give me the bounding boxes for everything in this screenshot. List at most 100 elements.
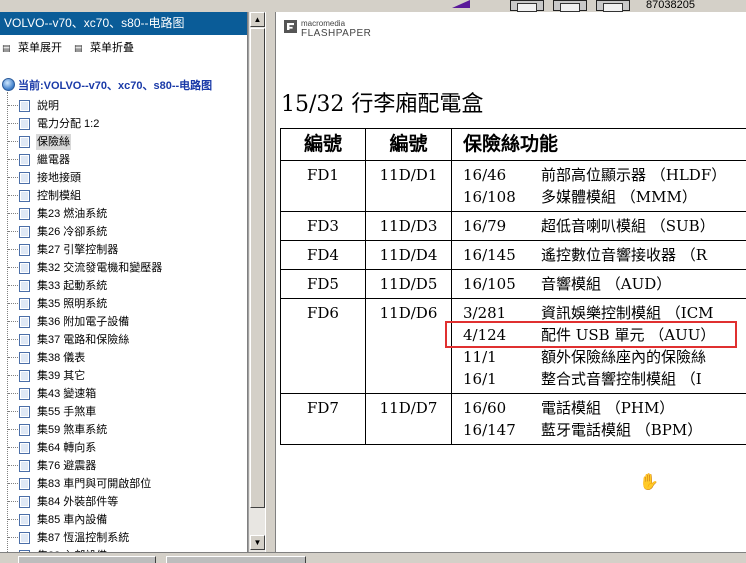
- page-icon: [19, 442, 30, 454]
- tree-item[interactable]: 控制模組: [0, 187, 247, 205]
- scroll-down-button[interactable]: ▼: [250, 535, 265, 550]
- tree-item[interactable]: 集64 轉向系: [0, 439, 247, 457]
- tree-connector: [8, 285, 18, 286]
- taskbar-tab[interactable]: [18, 556, 156, 563]
- tree-item-label: 控制模組: [37, 190, 81, 202]
- fuse-number: FD4: [280, 240, 366, 270]
- pane-splitter[interactable]: [265, 12, 276, 552]
- tree-item-label: 繼電器: [37, 154, 70, 166]
- tree-item[interactable]: 集43 變速箱: [0, 385, 247, 403]
- tree-connector: [8, 123, 18, 124]
- collapse-all-link[interactable]: ▤ 菜单折叠: [74, 40, 134, 56]
- fuse-number: FD7: [280, 393, 366, 445]
- tree-item[interactable]: 集32 交流發電機和變壓器: [0, 259, 247, 277]
- relay-number: 11D/D1: [365, 160, 452, 212]
- page-icon: [19, 298, 30, 310]
- fuse-function: 16/79 超低音喇叭模組 （SUB）: [452, 215, 746, 237]
- window-button-1[interactable]: [510, 0, 544, 12]
- tree-item-label: 集84 外裝部件等: [37, 496, 119, 508]
- top-toolbar: 87038205: [0, 0, 746, 12]
- tree-item-label: 集59 煞車系統: [37, 424, 108, 436]
- tree-item[interactable]: 集55 手煞車: [0, 403, 247, 421]
- counter-text: 87038205: [646, 0, 695, 11]
- hand-cursor-icon: ✋: [639, 474, 659, 491]
- page-icon: [19, 190, 30, 202]
- tree-item-label: 電力分配 1:2: [37, 118, 100, 130]
- tree-connector: [8, 411, 18, 412]
- function-description: 藍牙電話模組 （BPM）: [541, 421, 703, 439]
- tree-item[interactable]: 集26 冷卻系統: [0, 223, 247, 241]
- function-description: 遙控數位音響接收器 （R: [541, 246, 708, 264]
- function-code: 16/60: [463, 399, 507, 417]
- function-code: 16/79: [463, 217, 507, 235]
- tree-connector: [8, 195, 18, 196]
- window-button-2[interactable]: [553, 0, 587, 12]
- tree-item[interactable]: 接地接頭: [0, 169, 247, 187]
- tree-item[interactable]: 集37 電路和保險絲: [0, 331, 247, 349]
- page-icon: [19, 424, 30, 436]
- function-code: 16/147: [463, 421, 516, 439]
- tree-root[interactable]: 当前:VOLVO--v70、xc70、s80--电路图: [2, 78, 212, 94]
- tree-item[interactable]: 集83 車門與可開啟部位: [0, 475, 247, 493]
- tree-item[interactable]: 集23 燃油系統: [0, 205, 247, 223]
- tree-item[interactable]: 說明: [0, 97, 247, 115]
- list-icon: ▤: [74, 43, 83, 53]
- list-icon: ▤: [2, 43, 11, 53]
- function-cell: 16/79 超低音喇叭模組 （SUB）: [451, 211, 746, 241]
- function-code: 16/145: [463, 246, 516, 264]
- window-button-3[interactable]: [596, 0, 630, 12]
- tree-connector: [8, 141, 18, 142]
- relay-number: 11D/D7: [365, 393, 452, 445]
- tree-item-label: 集76 避震器: [37, 460, 97, 472]
- tree-connector: [8, 213, 18, 214]
- tree-item-label: 集35 照明系統: [37, 298, 108, 310]
- tree-item[interactable]: 集33 起動系統: [0, 277, 247, 295]
- table-row: FD5 11D/D5 16/105 音響模組 （AUD）: [280, 269, 746, 299]
- relay-number: 11D/D5: [365, 269, 452, 299]
- fuse-function: 3/281 資訊娛樂控制模組 （ICM: [452, 302, 746, 324]
- tree-item-label: 集36 附加電子設備: [37, 316, 130, 328]
- tree-item[interactable]: 集59 煞車系統: [0, 421, 247, 439]
- tree-item[interactable]: 集39 其它: [0, 367, 247, 385]
- tree-item-label: 集87 恆溫控制系統: [37, 532, 130, 544]
- tree-item[interactable]: 集35 照明系統: [0, 295, 247, 313]
- function-code: 16/1: [463, 370, 497, 388]
- tree-item[interactable]: 集36 附加電子設備: [0, 313, 247, 331]
- tree-item[interactable]: 電力分配 1:2: [0, 115, 247, 133]
- tree-item[interactable]: 繼電器: [0, 151, 247, 169]
- tree-connector: [8, 249, 18, 250]
- left-scrollbar[interactable]: ▲ ▼: [248, 12, 265, 552]
- tree-item[interactable]: 集87 恆溫控制系統: [0, 529, 247, 547]
- fuse-function: 16/46 前部高位顯示器 （HLDF）: [452, 164, 746, 186]
- tree-connector: [8, 429, 18, 430]
- page-icon: [19, 100, 30, 112]
- tree-item[interactable]: 集84 外裝部件等: [0, 493, 247, 511]
- function-cell: 16/60 電話模組 （PHM） 16/147 藍牙電話模組 （BPM）: [451, 393, 746, 445]
- column-header: 編號: [280, 128, 366, 161]
- tree-item-label: 集33 起動系統: [37, 280, 108, 292]
- table-row: FD6 11D/D6 3/281 資訊娛樂控制模組 （ICM 4/124 配件 USB 單…: [280, 298, 746, 394]
- fuse-function: 16/108 多媒體模組 （MMM）: [452, 186, 746, 208]
- function-description: 配件 USB 單元 （AUU）: [541, 326, 716, 344]
- tree-item[interactable]: 集38 儀表: [0, 349, 247, 367]
- expand-all-link[interactable]: ▤ 菜单展开: [2, 40, 62, 56]
- page-icon: [19, 118, 30, 130]
- scroll-up-button[interactable]: ▲: [250, 12, 265, 27]
- tree-item[interactable]: 集85 車內設備: [0, 511, 247, 529]
- page-icon: [19, 244, 30, 256]
- page-icon: [19, 280, 30, 292]
- fuse-number: FD5: [280, 269, 366, 299]
- tree-item[interactable]: 集76 避震器: [0, 457, 247, 475]
- tree-item[interactable]: 集27 引擎控制器: [0, 241, 247, 259]
- page-icon: [19, 406, 30, 418]
- function-code: 16/46: [463, 166, 507, 184]
- tree-item[interactable]: 保險絲: [0, 133, 247, 151]
- tree-item-label: 集64 轉向系: [37, 442, 97, 454]
- table-row: FD3 11D/D3 16/79 超低音喇叭模組 （SUB）: [280, 211, 746, 241]
- table-row: FD4 11D/D4 16/145 遙控數位音響接收器 （R: [280, 240, 746, 270]
- taskbar-tab[interactable]: [166, 556, 306, 563]
- scroll-thumb[interactable]: [250, 28, 265, 508]
- tree-connector: [8, 393, 18, 394]
- navigation-panel: VOLVO--v70、xc70、s80--电路图 ▤ 菜单展开 ▤ 菜单折叠 当前:…: [0, 12, 248, 552]
- tree-connector: [8, 465, 18, 466]
